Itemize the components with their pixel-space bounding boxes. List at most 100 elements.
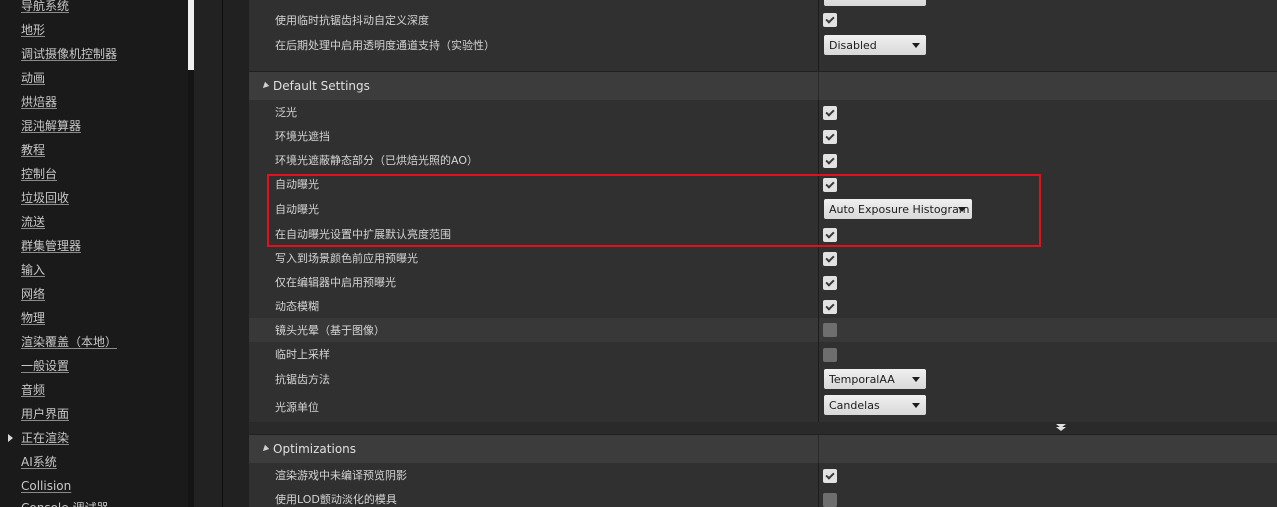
extend-luminance-range-checkbox[interactable] (823, 228, 837, 242)
settings-row: 抗锯齿方法 TemporalAA (249, 366, 1277, 392)
settings-row: 写入到场景颜色前应用预曝光 (249, 246, 1277, 270)
sidebar-item[interactable]: Console 调试器 (21, 499, 108, 507)
settings-row: 在后期处理中启用透明度通道支持（实验性） Disabled (249, 32, 1277, 58)
row-label: 在后期处理中启用透明度通道支持（实验性） (275, 39, 495, 52)
dropdown-value: Auto Exposure Histogram (829, 202, 970, 216)
preview-shadows-checkbox[interactable] (823, 469, 837, 483)
auto-exposure-method-dropdown[interactable]: Auto Exposure Histogram (824, 199, 972, 219)
show-advanced-icon[interactable] (1055, 424, 1067, 432)
column-divider (818, 366, 819, 392)
column-divider (818, 487, 819, 507)
settings-row: 自动曝光 Auto Exposure Histogram (249, 196, 1277, 222)
sidebar-item[interactable]: 输入 (21, 261, 45, 279)
anti-aliasing-method-dropdown[interactable]: TemporalAA (824, 369, 926, 389)
property-checkbox[interactable] (823, 13, 837, 27)
row-label: 自动曝光 (275, 178, 319, 191)
sidebar-item[interactable]: 垃圾回收 (21, 189, 69, 207)
section-header-default-settings[interactable]: Default Settings (249, 72, 1277, 100)
sidebar-item[interactable]: 教程 (21, 141, 45, 159)
sidebar-item[interactable]: 音频 (21, 381, 45, 399)
row-label: 环境光遮蔽静态部分（已烘焙光照的AO） (275, 154, 478, 167)
ao-static-fraction-checkbox[interactable] (823, 154, 837, 168)
column-divider (818, 318, 819, 342)
column-divider (818, 463, 819, 487)
chevron-down-icon (958, 207, 966, 212)
column-divider (818, 72, 819, 100)
sidebar-item[interactable]: 网络 (21, 285, 45, 303)
settings-row-spacer (249, 58, 1277, 71)
sidebar-item[interactable]: 渲染覆盖（本地） (21, 333, 117, 351)
chevron-down-icon (912, 377, 920, 382)
sidebar-item[interactable]: 烘焙器 (21, 93, 57, 111)
settings-row: 环境光遮蔽静态部分（已烘焙光照的AO） (249, 148, 1277, 172)
temporal-upsampling-checkbox[interactable] (823, 348, 837, 362)
column-divider (818, 294, 819, 318)
light-units-dropdown[interactable]: Candelas (824, 395, 926, 415)
column-divider (818, 32, 819, 58)
settings-row: 光源单位 Candelas (249, 392, 1277, 422)
checkmark-icon (825, 130, 835, 141)
lod-dither-stencil-checkbox[interactable] (823, 493, 837, 507)
column-divider (818, 172, 819, 196)
row-label: 环境光遮挡 (275, 130, 330, 143)
dropdown-value: Candelas (829, 398, 880, 412)
settings-row: 自动曝光 (249, 172, 1277, 196)
settings-row: 使用LOD颤动淡化的模具 (249, 487, 1277, 507)
collapse-arrow-icon[interactable] (260, 81, 270, 91)
alpha-channel-dropdown[interactable]: Disabled (824, 35, 926, 55)
sidebar-item[interactable]: 群集管理器 (21, 237, 81, 255)
row-label: 在自动曝光设置中扩展默认亮度范围 (275, 228, 451, 241)
column-divider (818, 342, 819, 366)
checkmark-icon (825, 228, 835, 239)
dropdown-value: TemporalAA (829, 372, 895, 386)
chevron-down-icon (912, 43, 920, 48)
section-title: Default Settings (273, 79, 370, 93)
sidebar-item[interactable]: 导航系统 (21, 0, 69, 15)
collapse-arrow-icon[interactable] (260, 444, 270, 454)
checkmark-icon (825, 300, 835, 311)
settings-row: 镜头光晕（基于图像） (249, 318, 1277, 342)
property-dropdown[interactable] (824, 0, 926, 6)
sidebar-item[interactable]: 地形 (21, 21, 45, 39)
column-divider (818, 148, 819, 172)
settings-row: 动态模糊 (249, 294, 1277, 318)
checkmark-icon (825, 154, 835, 165)
sidebar-item[interactable]: 流送 (21, 213, 45, 231)
settings-row: 使用临时抗锯齿抖动自定义深度 (249, 8, 1277, 32)
sidebar-item-rendering[interactable]: 正在渲染 (21, 429, 69, 447)
sidebar-item[interactable]: 控制台 (21, 165, 57, 183)
sidebar-item[interactable]: 一般设置 (21, 357, 69, 375)
settings-row: 渲染游戏中未编译预览阴影 (249, 463, 1277, 487)
sidebar-item[interactable]: 动画 (21, 69, 45, 87)
motion-blur-checkbox[interactable] (823, 300, 837, 314)
checkmark-icon (825, 469, 835, 480)
expand-arrow-icon[interactable] (8, 434, 13, 442)
row-label: 镜头光晕（基于图像） (275, 324, 385, 337)
sidebar-item[interactable]: 物理 (21, 309, 45, 327)
settings-sidebar: 导航系统 地形 调试摄像机控制器 动画 烘焙器 混沌解算器 教程 控制台 垃圾回… (0, 0, 194, 507)
row-label: 光源单位 (275, 401, 319, 414)
sidebar-item[interactable]: 混沌解算器 (21, 117, 81, 135)
column-divider (818, 100, 819, 124)
settings-row: 环境光遮挡 (249, 124, 1277, 148)
row-label: 临时上采样 (275, 348, 330, 361)
editor-preexposure-checkbox[interactable] (823, 276, 837, 290)
section-header-optimizations[interactable]: Optimizations (249, 435, 1277, 463)
bloom-checkbox[interactable] (823, 106, 837, 120)
sidebar-item[interactable]: 用户界面 (21, 405, 69, 423)
apply-preexposure-checkbox[interactable] (823, 252, 837, 266)
auto-exposure-checkbox[interactable] (823, 178, 837, 192)
checkmark-icon (825, 276, 835, 287)
settings-panel: 使用临时抗锯齿抖动自定义深度 在后期处理中启用透明度通道支持（实验性） Disa… (223, 0, 1277, 507)
column-divider (818, 196, 819, 222)
row-label: 动态模糊 (275, 300, 319, 313)
sidebar-item[interactable]: AI系统 (21, 453, 57, 471)
ambient-occlusion-checkbox[interactable] (823, 130, 837, 144)
row-label: 使用LOD颤动淡化的模具 (275, 493, 397, 506)
row-label: 仅在编辑器中启用预曝光 (275, 276, 396, 289)
checkmark-icon (825, 178, 835, 189)
settings-row: 临时上采样 (249, 342, 1277, 366)
sidebar-item[interactable]: 调试摄像机控制器 (21, 45, 117, 63)
lens-flare-checkbox[interactable] (823, 323, 837, 337)
sidebar-item[interactable]: Collision (21, 477, 71, 495)
